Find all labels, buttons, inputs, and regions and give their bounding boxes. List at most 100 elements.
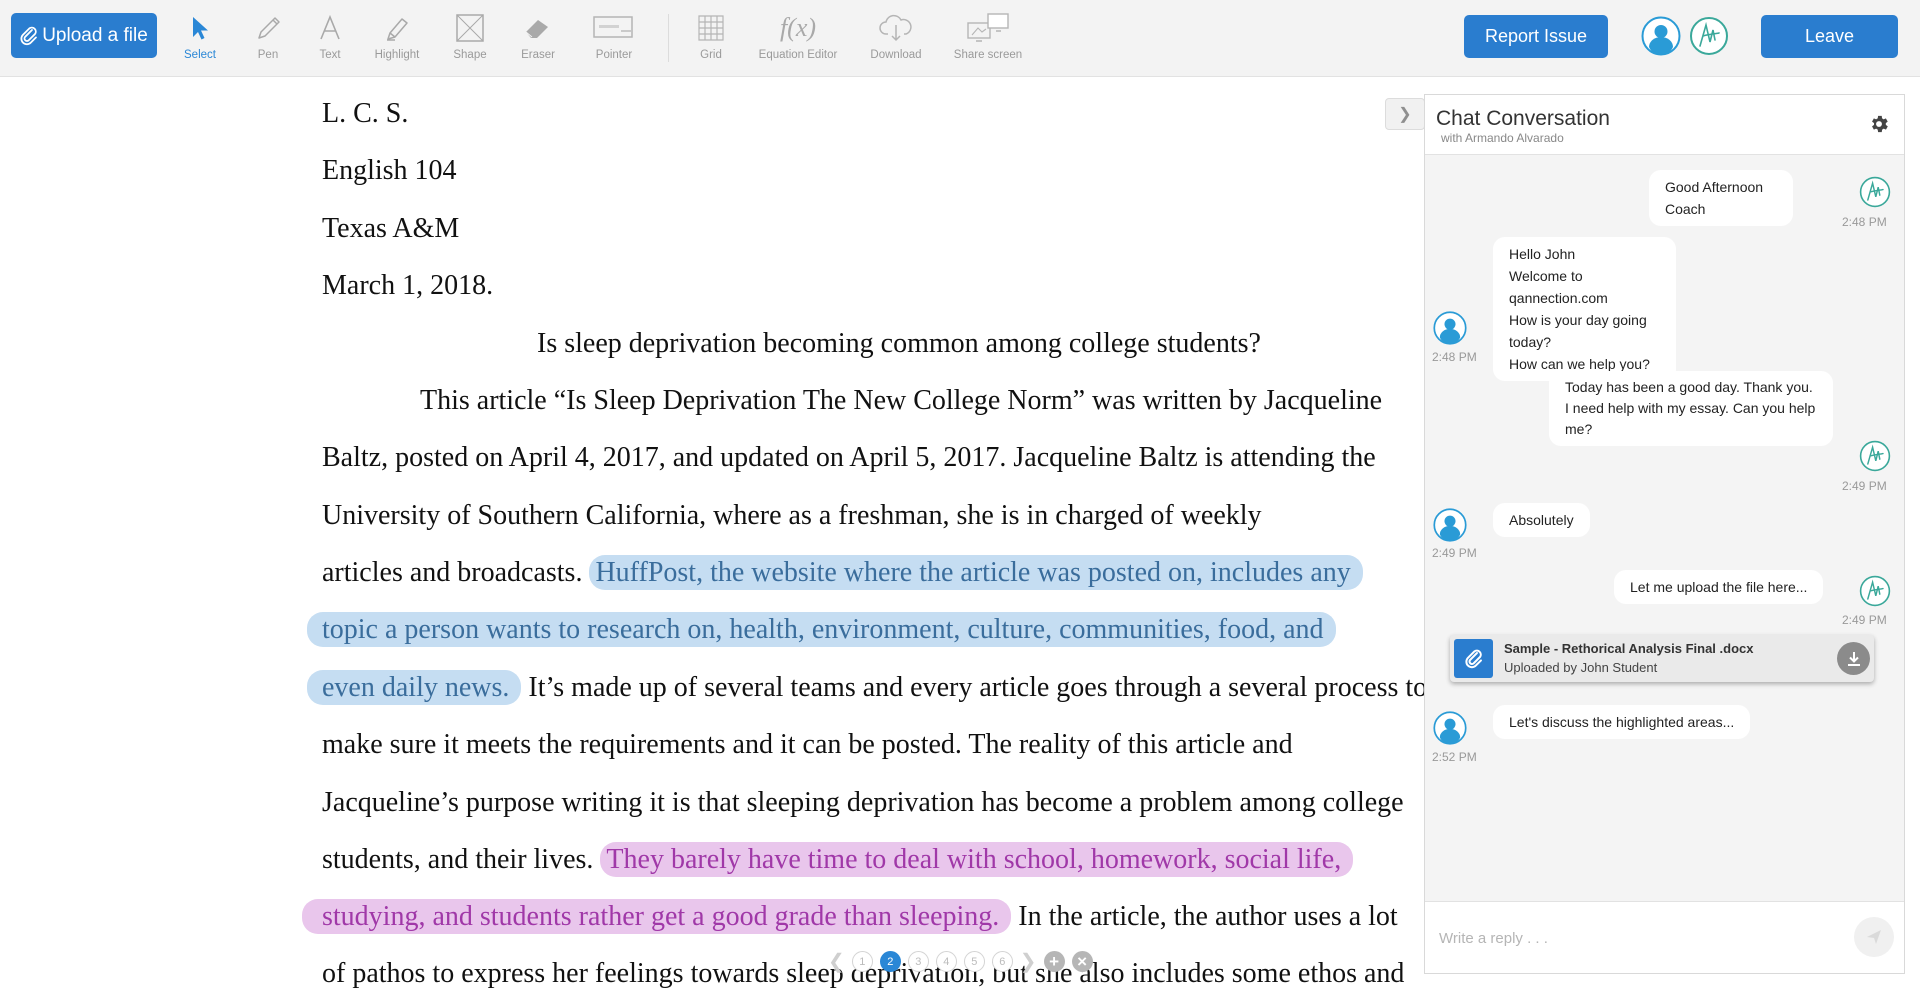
tool-share-screen[interactable]: Share screen bbox=[948, 10, 1028, 61]
chat-message-text: Welcome to qannection.com bbox=[1509, 268, 1608, 306]
pointer-icon bbox=[593, 16, 633, 38]
chat-message-outgoing: Today has been a good day. Thank you. I … bbox=[1549, 371, 1833, 446]
grid-icon bbox=[698, 15, 724, 41]
chat-message-outgoing: Let me upload the file here... bbox=[1614, 570, 1824, 604]
doc-paragraph-line: Jacqueline’s purpose writing it is that … bbox=[322, 787, 1404, 818]
signature-logo-icon bbox=[1859, 440, 1891, 472]
function-icon: f(x) bbox=[779, 13, 817, 42]
attachment-download-button[interactable] bbox=[1837, 642, 1870, 675]
tool-pointer[interactable]: Pointer bbox=[574, 10, 654, 61]
upload-file-button[interactable]: Upload a file bbox=[11, 13, 157, 58]
download-icon bbox=[1847, 651, 1860, 666]
page-button-2[interactable]: 2 bbox=[879, 951, 901, 972]
paperclip-icon bbox=[20, 26, 38, 45]
page-button-1[interactable]: 1 bbox=[851, 951, 873, 972]
chat-subtitle: with Armando Alvarado bbox=[1441, 131, 1564, 145]
signature-logo-icon bbox=[1859, 176, 1891, 208]
tool-eraser-label: Eraser bbox=[521, 49, 555, 61]
attachment-uploader: Uploaded by John Student bbox=[1504, 660, 1658, 675]
doc-paragraph-line: even daily news. It’s made up of several… bbox=[307, 670, 1428, 706]
screens-icon bbox=[967, 13, 1009, 42]
prev-page-icon[interactable]: ❮ bbox=[828, 952, 845, 972]
chat-message-text: I need help with my essay. Can you help … bbox=[1565, 400, 1816, 437]
attachment-icon-box bbox=[1454, 639, 1493, 678]
send-icon bbox=[1867, 930, 1881, 944]
page-button-5[interactable]: 5 bbox=[963, 951, 985, 972]
user-avatar-small bbox=[1433, 311, 1467, 350]
doc-text: It’s made up of several teams and every … bbox=[528, 672, 1428, 703]
eraser-icon bbox=[525, 20, 548, 38]
leave-button[interactable]: Leave bbox=[1761, 15, 1898, 58]
message-timestamp: 2:49 PM bbox=[1842, 613, 1887, 627]
doc-text: In the article, the author uses a lot bbox=[1018, 901, 1398, 932]
doc-paragraph-line: studying, and students rather get a good… bbox=[302, 899, 1398, 935]
user-icon bbox=[1433, 711, 1467, 745]
chat-panel: Chat Conversation with Armando Alvarado … bbox=[1424, 94, 1905, 974]
pink-highlight[interactable]: They barely have time to deal with schoo… bbox=[600, 842, 1354, 877]
cursor-icon bbox=[193, 17, 208, 40]
pink-highlight[interactable]: studying, and students rather get a good… bbox=[302, 899, 1012, 934]
doc-text: articles and broadcasts. bbox=[322, 557, 583, 588]
page-button-4[interactable]: 4 bbox=[935, 951, 957, 972]
page-navigation: ❮ 1 2 3 4 5 6 ❯ + × bbox=[828, 951, 1093, 972]
message-timestamp: 2:49 PM bbox=[1842, 479, 1887, 493]
tool-grid[interactable]: Grid bbox=[671, 10, 751, 61]
file-attachment-card[interactable]: Sample - Rethorical Analysis Final .docx… bbox=[1450, 635, 1874, 682]
doc-paragraph-line: University of Southern California, where… bbox=[322, 500, 1262, 531]
toolbar-divider bbox=[668, 14, 669, 62]
user-icon bbox=[1433, 508, 1467, 542]
chat-message-text: Hello John bbox=[1509, 246, 1576, 262]
next-page-icon[interactable]: ❯ bbox=[1020, 952, 1037, 972]
coach-avatar[interactable] bbox=[1689, 16, 1729, 61]
page-button-6[interactable]: 6 bbox=[991, 951, 1013, 972]
add-page-icon[interactable]: + bbox=[1043, 951, 1065, 972]
tool-equation-editor-label: Equation Editor bbox=[758, 49, 838, 61]
report-issue-button[interactable]: Report Issue bbox=[1464, 15, 1608, 58]
page-button-3[interactable]: 3 bbox=[907, 951, 929, 972]
chat-message-incoming: Let's discuss the highlighted areas... bbox=[1493, 705, 1751, 739]
tool-download-label: Download bbox=[870, 49, 922, 61]
user-icon bbox=[1433, 311, 1467, 345]
pen-icon bbox=[258, 17, 280, 39]
user-avatar[interactable] bbox=[1641, 16, 1681, 61]
chat-message-text: Absolutely bbox=[1509, 512, 1574, 528]
gear-icon[interactable] bbox=[1868, 113, 1890, 135]
tool-pointer-label: Pointer bbox=[595, 49, 633, 61]
cloud-download-icon bbox=[879, 14, 912, 42]
tool-grid-label: Grid bbox=[700, 49, 722, 61]
blue-highlight[interactable]: topic a person wants to research on, hea… bbox=[307, 612, 1336, 647]
text-icon bbox=[320, 14, 340, 40]
user-icon bbox=[1641, 16, 1681, 56]
doc-paragraph-line: topic a person wants to research on, hea… bbox=[307, 612, 1336, 648]
doc-school-line: Texas A&M bbox=[322, 213, 460, 244]
tool-highlight[interactable]: Highlight bbox=[357, 10, 437, 61]
message-timestamp: 2:52 PM bbox=[1432, 750, 1477, 764]
delete-page-icon[interactable]: × bbox=[1071, 951, 1093, 972]
reply-input[interactable] bbox=[1439, 926, 1839, 950]
doc-date-line: March 1, 2018. bbox=[322, 270, 494, 301]
tool-equation-editor[interactable]: f(x) Equation Editor bbox=[758, 10, 838, 61]
blue-highlight[interactable]: HuffPost, the website where the article … bbox=[589, 555, 1363, 590]
chat-message-text: Let's discuss the highlighted areas... bbox=[1509, 714, 1735, 730]
message-timestamp: 2:49 PM bbox=[1432, 546, 1477, 560]
doc-text: students, and their lives. bbox=[322, 844, 594, 875]
highlighter-icon bbox=[387, 18, 408, 41]
coach-avatar-small bbox=[1859, 440, 1891, 477]
tool-share-screen-label: Share screen bbox=[953, 49, 1023, 61]
collapse-chat-button[interactable]: ❯ bbox=[1385, 98, 1425, 130]
tool-highlight-label: Highlight bbox=[374, 49, 420, 61]
send-button[interactable] bbox=[1854, 917, 1894, 957]
blue-highlight[interactable]: even daily news. bbox=[307, 670, 522, 705]
chat-message-text: Today has been a good day. Thank you. bbox=[1565, 379, 1813, 395]
chat-message-incoming: Hello John Welcome to qannection.com How… bbox=[1493, 237, 1676, 381]
shape-icon bbox=[456, 14, 484, 42]
paperclip-icon bbox=[1464, 649, 1482, 668]
chat-message-text: Good Afternoon Coach bbox=[1665, 179, 1764, 217]
signature-logo-icon bbox=[1859, 575, 1891, 607]
attachment-file-name: Sample - Rethorical Analysis Final .docx bbox=[1504, 641, 1754, 656]
tool-download[interactable]: Download bbox=[856, 10, 936, 61]
chat-message-text: How is your day going today? bbox=[1509, 312, 1647, 350]
chat-message-text: Let me upload the file here... bbox=[1630, 579, 1808, 595]
tool-eraser[interactable]: Eraser bbox=[498, 10, 578, 61]
message-timestamp: 2:48 PM bbox=[1842, 215, 1887, 229]
